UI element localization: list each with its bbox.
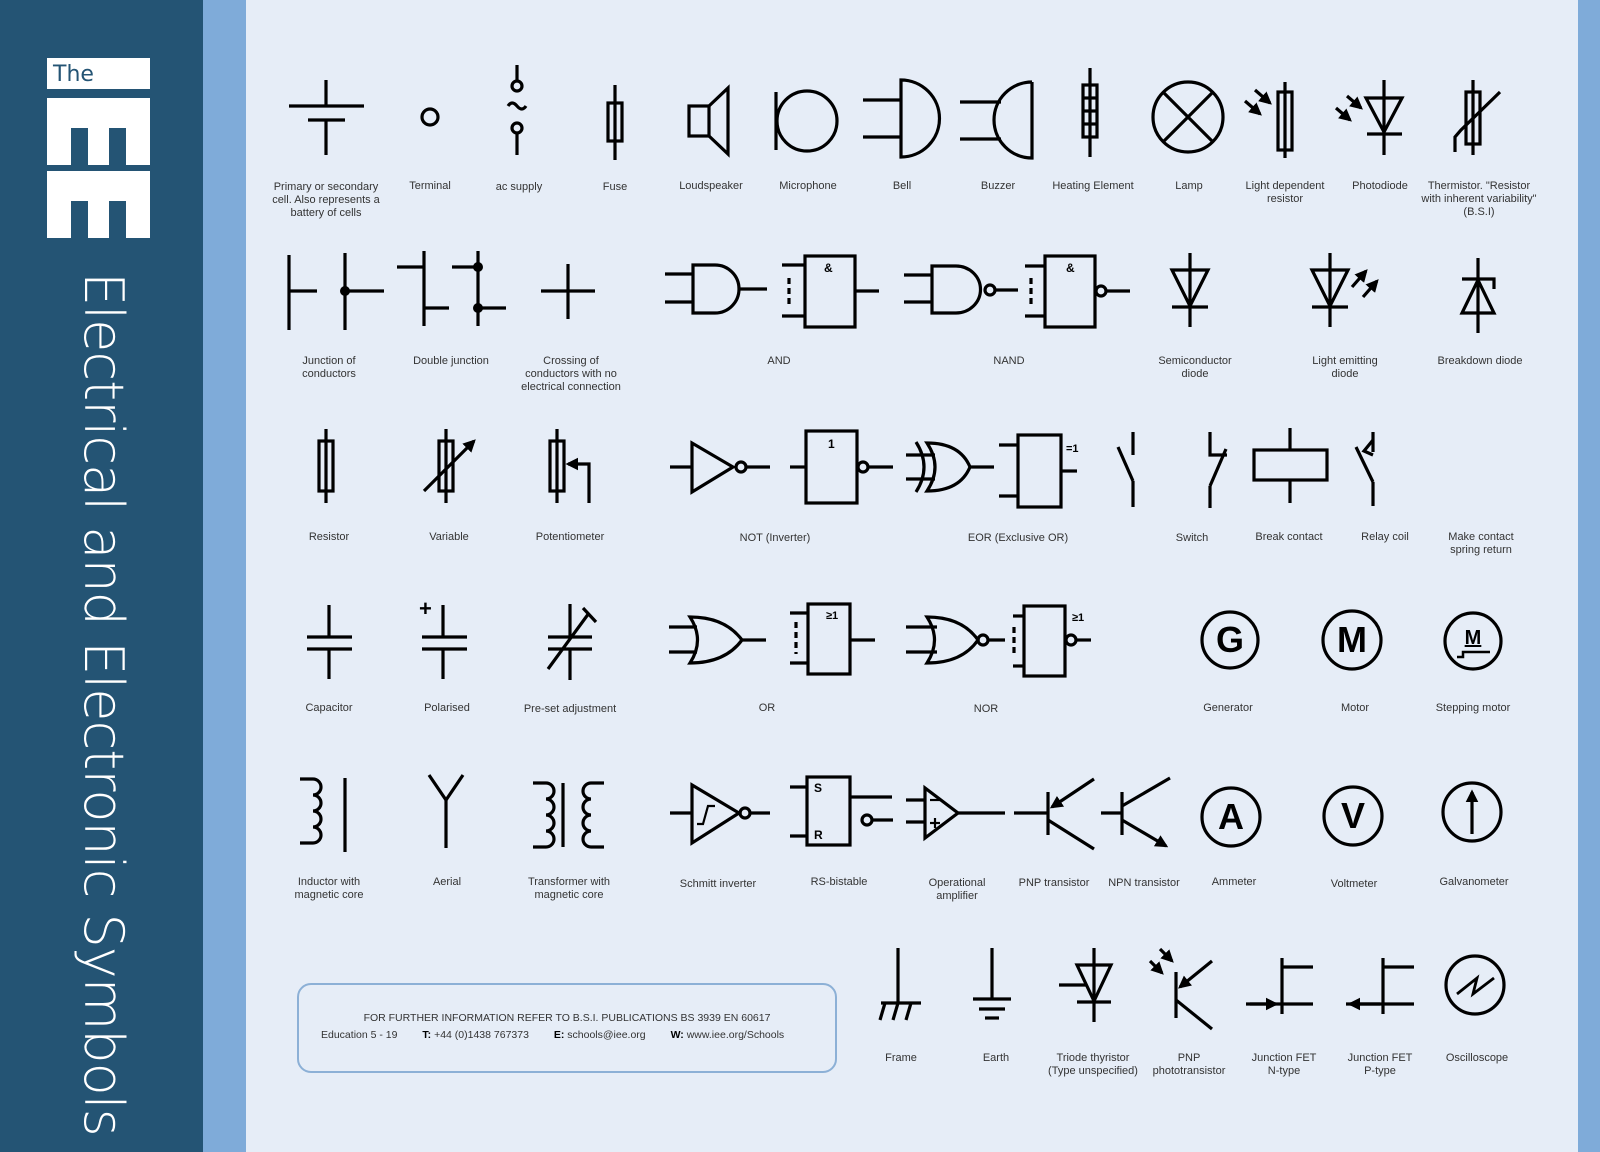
photodiode-symbol [1334, 80, 1405, 155]
rs-r-label: R [814, 828, 823, 842]
or-box-text: ≥1 [826, 610, 839, 622]
not-box-text: 1 [828, 437, 835, 451]
thermistor-label: Thermistor. "Resistor with inherent vari… [1421, 180, 1537, 218]
galvanometer-label: Galvanometer [1439, 876, 1509, 888]
eor-gate-symbol [906, 441, 994, 493]
diode-symbol [1169, 253, 1211, 327]
nand-gate-symbol [904, 264, 1018, 315]
switch-symbol [1116, 432, 1135, 507]
rs-bistable-symbol [790, 775, 893, 847]
thermistor-symbol [1453, 80, 1502, 155]
rs-s-label: S [814, 781, 823, 795]
pnp-phototransistor-symbol [1148, 947, 1214, 1031]
breakdown-diode-label: Breakdown diode [1437, 355, 1523, 367]
lamp-symbol [1151, 80, 1225, 154]
ldr-symbol [1243, 82, 1294, 158]
not-gate-symbol [670, 440, 770, 495]
stepping-motor-label: Stepping motor [1435, 702, 1511, 714]
preset-label: Pre-set adjustment [523, 703, 617, 715]
nor-gate-symbol [906, 615, 1005, 665]
schmitt-inverter-symbol [670, 782, 770, 846]
capacitor-symbol [307, 605, 352, 679]
led-label: Light emitting diode [1312, 355, 1378, 380]
terminal-symbol [420, 107, 440, 127]
jfet-n-symbol [1246, 958, 1313, 1014]
and-gate-symbol [665, 263, 767, 315]
pnp-transistor-symbol [1014, 777, 1095, 851]
cell-symbol [289, 80, 364, 155]
double-junction-symbol [397, 251, 506, 326]
diode-label: Semiconductor diode [1158, 355, 1232, 380]
jfet-p-symbol [1346, 958, 1414, 1014]
potentiometer-symbol [548, 429, 591, 503]
inductor-symbol [300, 777, 347, 852]
buzzer-symbol [960, 80, 1034, 160]
earth-symbol [973, 948, 1011, 1020]
website[interactable]: W: www.iee.org/Schools [671, 1029, 785, 1041]
symbol-sheet [287, 65, 1506, 1031]
web-value[interactable]: www.iee.org/Schools [687, 1029, 784, 1041]
tel-label: T: [422, 1029, 432, 1041]
heating-element-symbol [1081, 68, 1099, 157]
transformer-symbol [533, 781, 604, 849]
tel-value: +44 (0)1438 767373 [434, 1029, 529, 1041]
or-label: OR [758, 702, 776, 714]
opamp-symbol [906, 784, 1005, 842]
email-label: E: [553, 1029, 565, 1041]
or-gate-symbol [669, 615, 766, 665]
loudspeaker-symbol [687, 84, 730, 158]
nand-label: NAND [993, 355, 1025, 367]
variable-resistor-symbol [422, 429, 476, 503]
telephone: T: +44 (0)1438 767373 [422, 1029, 529, 1041]
stepping-motor-letter: M [1464, 627, 1482, 649]
email-value[interactable]: schools@iee.org [567, 1029, 645, 1041]
galvanometer-symbol [1441, 781, 1503, 843]
frame-symbol [878, 948, 921, 1021]
education-range: Education 5 - 19 [321, 1029, 398, 1041]
microphone-symbol [774, 89, 839, 153]
bsi-reference: FOR FURTHER INFORMATION REFER TO B.S.I. … [363, 1012, 771, 1024]
fuse-symbol [606, 85, 624, 160]
info-box: FOR FURTHER INFORMATION REFER TO B.S.I. … [297, 983, 837, 1073]
not-label: NOT (Inverter) [739, 532, 811, 544]
oscilloscope-symbol [1444, 954, 1506, 1016]
not-box-symbol [790, 429, 893, 505]
crossing-symbol [541, 264, 595, 319]
relay-coil-symbol [1252, 428, 1329, 503]
npn-transistor-symbol [1101, 776, 1171, 848]
bell-symbol [863, 78, 942, 159]
thyristor-symbol [1059, 948, 1114, 1022]
make-contact-label: Make contact spring return [1448, 531, 1514, 556]
motor-letter: M [1337, 619, 1367, 660]
preset-capacitor-symbol [546, 604, 598, 680]
and-label: AND [767, 355, 791, 367]
nor-label: NOR [973, 703, 999, 715]
web-label: W: [670, 1029, 684, 1041]
breakdown-diode-symbol [1459, 258, 1497, 333]
led-symbol [1309, 253, 1379, 327]
contact-line: Education 5 - 19 T: +44 (0)1438 767373 E… [321, 1029, 806, 1041]
nor-box-text: ≥1 [1072, 612, 1085, 624]
eor-label: EOR (Exclusive OR) [967, 532, 1069, 544]
and-box-text: & [824, 261, 833, 275]
crossing-label: Crossing of conductors with no electrica… [521, 355, 621, 393]
polarised-plus-mark: + [419, 596, 432, 621]
make-contact-symbol [1354, 432, 1375, 506]
junction-symbol [287, 253, 384, 330]
break-contact-symbol [1208, 432, 1228, 508]
aerial-symbol [427, 774, 465, 848]
voltmeter-letter: V [1340, 795, 1365, 836]
nand-box-text: & [1066, 261, 1075, 275]
generator-letter: G [1215, 619, 1244, 660]
email[interactable]: E: schools@iee.org [554, 1029, 646, 1041]
oscilloscope-label: Oscilloscope [1445, 1052, 1509, 1064]
transformer-label: Transformer with magnetic core [527, 876, 611, 901]
ammeter-letter: A [1218, 796, 1244, 837]
nand-box-symbol [1025, 254, 1130, 329]
potentiometer-label: Potentiometer [535, 531, 605, 543]
resistor-symbol [317, 429, 335, 503]
ac-supply-symbol [506, 65, 528, 155]
eor-box-text: =1 [1066, 443, 1079, 455]
